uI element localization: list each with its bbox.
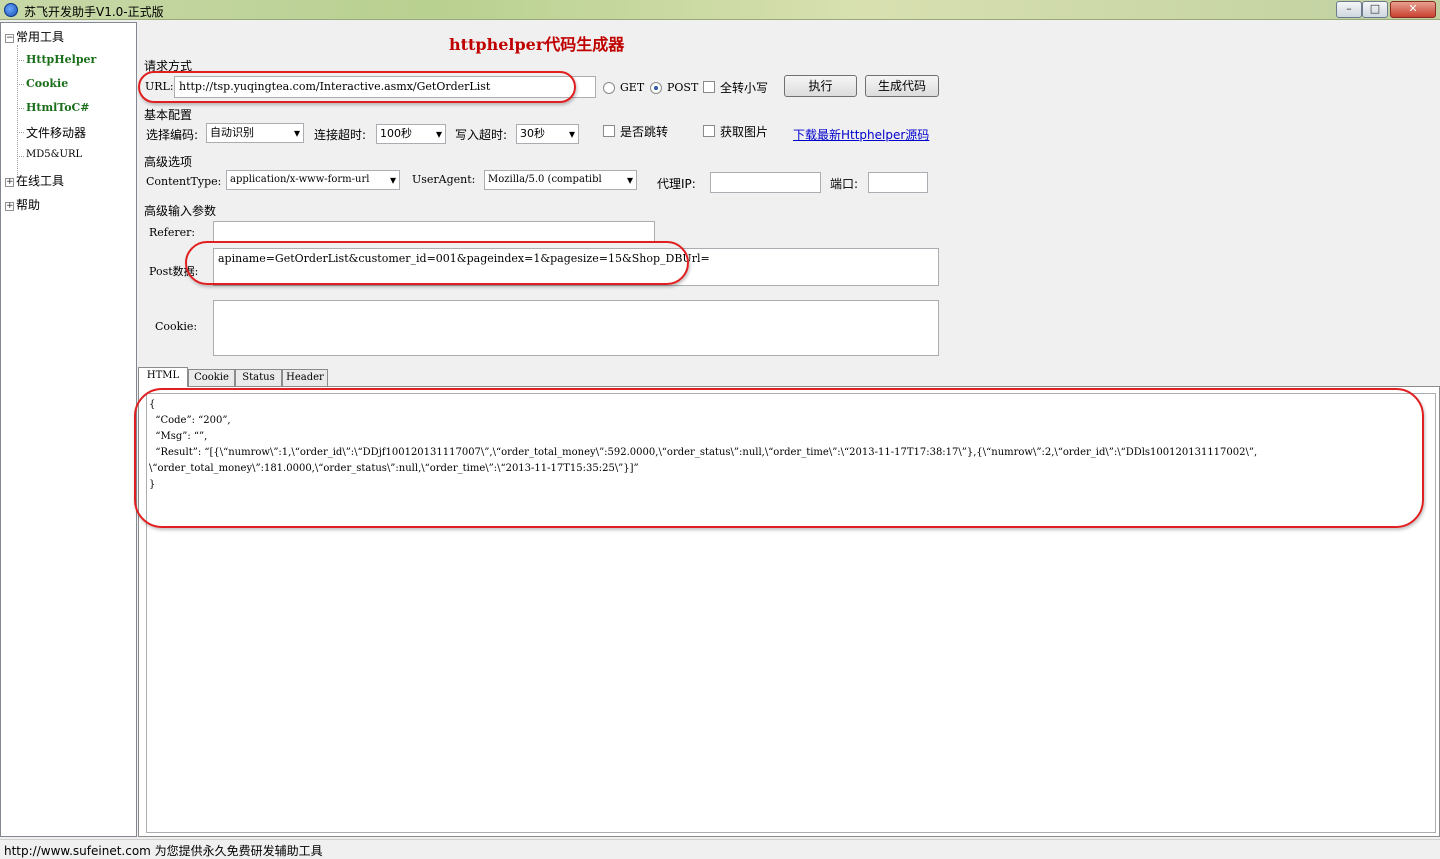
get-radio[interactable] [603, 82, 615, 94]
collapse-toggle-icon[interactable]: − [5, 34, 14, 43]
result-line: } [149, 479, 156, 490]
write-timeout-label: 写入超时: [455, 128, 508, 142]
result-line: { [149, 399, 156, 410]
conn-timeout-select[interactable]: 100秒 [376, 124, 446, 144]
tree-connector [17, 108, 24, 109]
basic-section-label: 基本配置 [144, 108, 193, 122]
image-checkbox[interactable] [703, 125, 715, 137]
tree-group-common-tools[interactable]: − 常用工具 [5, 28, 64, 45]
port-input[interactable] [868, 172, 928, 193]
tab-header[interactable]: Header [282, 369, 328, 387]
close-button[interactable]: ✕ [1390, 1, 1436, 18]
minimize-button[interactable]: – [1336, 1, 1362, 18]
cookie-input[interactable] [213, 300, 939, 356]
result-line: “Code”: “200”, [149, 415, 231, 426]
encoding-label: 选择编码: [146, 128, 199, 142]
tree-item-cookie[interactable]: Cookie [26, 77, 68, 90]
tree-group-online-tools[interactable]: + 在线工具 [5, 172, 64, 189]
maximize-button[interactable]: □ [1362, 1, 1388, 18]
tree-group-label: 常用工具 [16, 30, 65, 44]
proxy-ip-input[interactable] [710, 172, 821, 193]
tree-group-label: 帮助 [16, 198, 41, 212]
tree-connector [17, 84, 24, 85]
execute-button[interactable]: 执行 [784, 75, 857, 97]
content-type-select[interactable]: application/x-www-form-url [226, 170, 400, 190]
tool-tree: − 常用工具 HttpHelper Cookie HtmlToC# 文件移动器 M… [0, 22, 137, 837]
expand-toggle-icon[interactable]: + [5, 178, 14, 187]
page-title: httphelper代码生成器 [449, 35, 625, 54]
tree-group-label: 在线工具 [16, 174, 65, 188]
generate-code-button[interactable]: 生成代码 [865, 75, 939, 97]
result-line: “Result”: “[{\“numrow\”:1,\“order_id\”:\… [149, 447, 1258, 458]
user-agent-label: UserAgent: [412, 173, 476, 186]
url-label: URL: [145, 80, 174, 93]
tree-item-httphelper[interactable]: HttpHelper [26, 53, 96, 66]
post-label: POST [667, 81, 699, 94]
params-section-label: 高级输入参数 [144, 204, 217, 218]
lowercase-label: 全转小写 [720, 81, 769, 95]
content-type-label: ContentType: [146, 175, 222, 188]
redirect-label: 是否跳转 [620, 125, 669, 139]
referer-input[interactable] [213, 221, 655, 242]
status-bar: http://www.sufeinet.com 为您提供永久免费研发辅助工具 [0, 839, 1440, 859]
url-input[interactable]: http://tsp.yuqingtea.com/Interactive.asm… [174, 76, 596, 98]
post-data-label: Post数据: [149, 265, 199, 278]
main-panel: httphelper代码生成器 请求方式 URL: http://tsp.yuq… [134, 22, 1440, 837]
tree-connector [17, 132, 24, 133]
conn-timeout-label: 连接超时: [314, 128, 367, 142]
title-bar: 苏飞开发助手V1.0-正式版 – □ ✕ [0, 0, 1440, 20]
cookie-label: Cookie: [155, 320, 198, 333]
expand-toggle-icon[interactable]: + [5, 202, 14, 211]
request-section-label: 请求方式 [144, 59, 193, 73]
encoding-select[interactable]: 自动识别 [206, 123, 304, 143]
get-label: GET [620, 81, 645, 94]
tree-connector [17, 60, 24, 61]
lowercase-checkbox[interactable] [703, 81, 715, 93]
tab-cookie[interactable]: Cookie [188, 369, 235, 387]
tree-connector [17, 45, 18, 177]
tree-item-htmltoc[interactable]: HtmlToC# [26, 101, 90, 114]
tree-connector [17, 156, 24, 157]
tree-item-md5-url[interactable]: MD5&URL [26, 149, 82, 160]
post-data-input[interactable]: apiname=GetOrderList&customer_id=001&pag… [213, 248, 939, 286]
referer-label: Referer: [149, 226, 196, 239]
app-icon [4, 3, 18, 17]
window-title: 苏飞开发助手V1.0-正式版 [24, 5, 164, 19]
user-agent-select[interactable]: Mozilla/5.0 (compatibl [484, 170, 637, 190]
port-label: 端口: [830, 177, 859, 191]
write-timeout-select[interactable]: 30秒 [516, 124, 579, 144]
status-text: http://www.sufeinet.com 为您提供永久免费研发辅助工具 [4, 844, 323, 858]
download-source-link[interactable]: 下载最新Httphelper源码 [793, 126, 929, 143]
result-textarea[interactable]: { “Code”: “200”, “Msg”: “”, “Result”: “[… [146, 393, 1436, 833]
result-line: “Msg”: “”, [149, 431, 208, 442]
tree-item-file-mover[interactable]: 文件移动器 [26, 124, 86, 141]
redirect-checkbox[interactable] [603, 125, 615, 137]
tab-html[interactable]: HTML [138, 367, 188, 387]
tab-status[interactable]: Status [235, 369, 282, 387]
tab-panel: { “Code”: “200”, “Msg”: “”, “Result”: “[… [138, 386, 1440, 837]
image-label: 获取图片 [720, 125, 769, 139]
proxy-ip-label: 代理IP: [657, 177, 696, 191]
tree-group-help[interactable]: + 帮助 [5, 196, 40, 213]
post-radio[interactable] [650, 82, 662, 94]
result-line: \“order_total_money\”:181.0000,\“order_s… [149, 463, 639, 474]
advanced-section-label: 高级选项 [144, 155, 193, 169]
